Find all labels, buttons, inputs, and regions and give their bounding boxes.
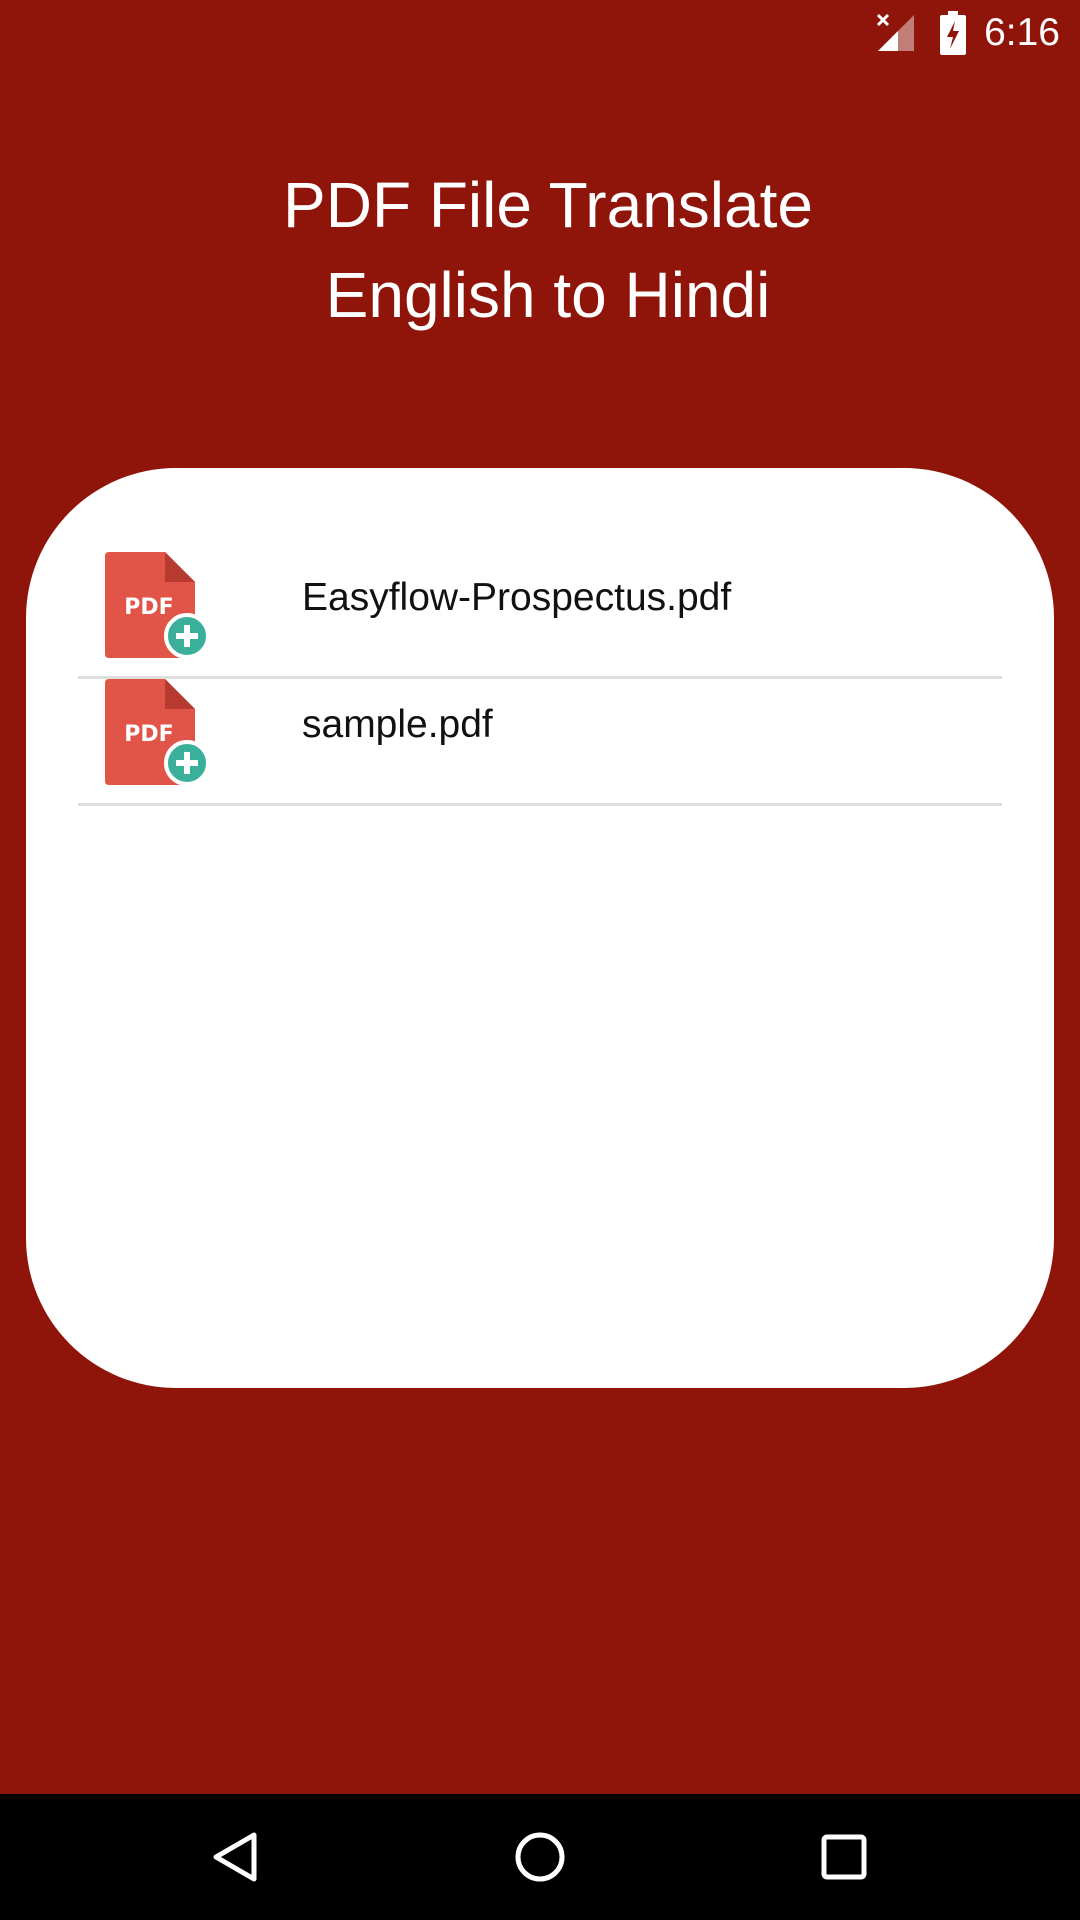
pdf-icon-label: PDF [124,595,173,620]
app-screen: 6:16 PDF File Translate English to Hindi… [0,0,1080,1920]
title-line-2: English to Hindi [325,259,771,331]
file-name: sample.pdf [302,703,493,746]
status-bar: 6:16 [0,0,1080,64]
title-line-1: PDF File Translate [283,169,813,241]
back-icon[interactable] [206,1827,266,1887]
recent-apps-icon[interactable] [814,1827,874,1887]
file-name: Easyflow-Prospectus.pdf [302,576,732,619]
pdf-icon-label: PDF [124,722,173,747]
navigation-bar [0,1794,1080,1920]
pdf-add-icon: PDF [105,552,210,658]
file-row[interactable]: PDF sample.pdf [78,679,1002,806]
status-time: 6:16 [984,11,1060,54]
file-list-card: PDF Easyflow-Prospectus.pdf PDF sample.p… [26,468,1054,1388]
battery-charging-icon [940,11,967,55]
pdf-add-icon: PDF [105,679,210,785]
status-icons: 6:16 [874,8,1060,58]
home-icon[interactable] [510,1827,570,1887]
page-title: PDF File Translate English to Hindi [0,160,1080,340]
signal-no-service-icon [877,13,915,51]
file-row[interactable]: PDF Easyflow-Prospectus.pdf [78,552,1002,679]
file-list: PDF Easyflow-Prospectus.pdf PDF sample.p… [78,552,1002,806]
